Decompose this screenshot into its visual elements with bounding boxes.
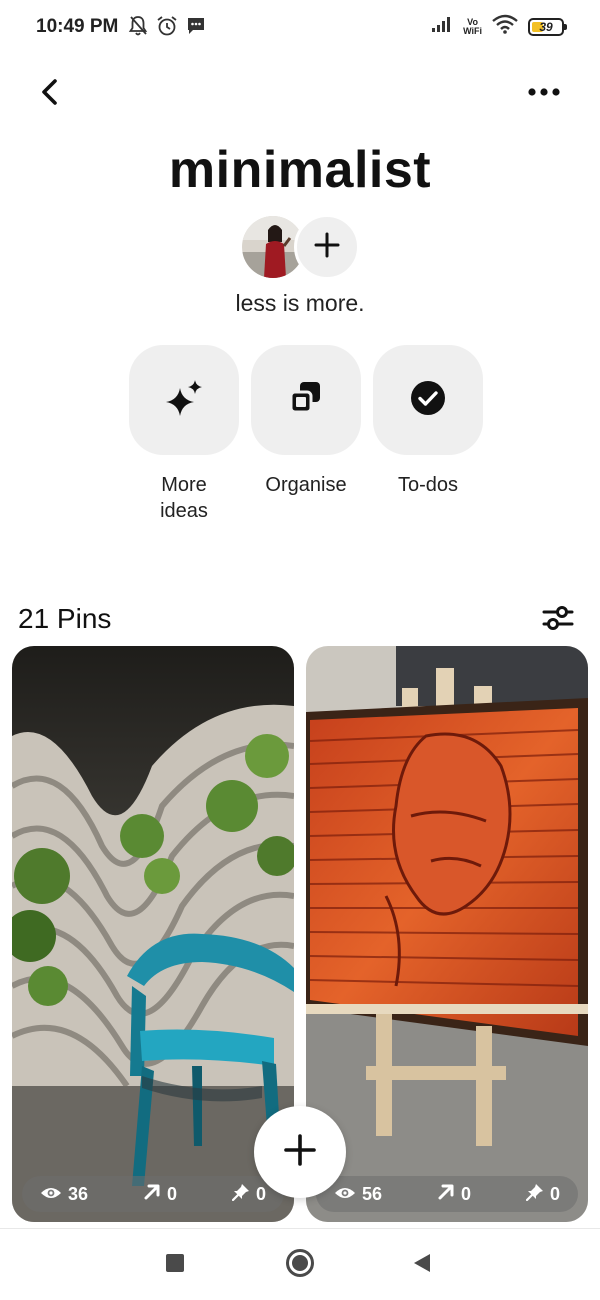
pin-image [12, 646, 294, 1222]
clicks-count: 0 [167, 1183, 178, 1204]
triangle-back-icon [412, 1252, 432, 1279]
clicks-count: 0 [461, 1183, 472, 1204]
plus-icon [313, 231, 341, 264]
organise-button[interactable]: Organise [250, 345, 362, 498]
pin-card[interactable]: 36 0 0 [12, 646, 294, 1222]
alarm-icon [156, 15, 178, 42]
message-icon [186, 16, 206, 41]
recent-apps-button[interactable] [155, 1247, 195, 1283]
action-label: To-dos [397, 474, 459, 496]
ellipsis-icon [527, 84, 561, 102]
create-pin-button[interactable] [254, 1106, 346, 1198]
back-nav-button[interactable] [402, 1247, 442, 1283]
pin-stats: 56 0 0 [316, 1176, 578, 1212]
sliders-icon [542, 604, 574, 637]
check-circle-icon [409, 379, 447, 422]
status-bar: 10:49 PM Vo WiFi 39 [0, 0, 600, 56]
action-label: Organise [265, 474, 347, 496]
views-count: 36 [68, 1183, 89, 1204]
filter-button[interactable] [540, 602, 576, 638]
saves-count: 0 [255, 1183, 266, 1204]
saves-count: 0 [549, 1183, 560, 1204]
vowifi-label: Vo WiFi [463, 16, 482, 36]
arrow-up-right-icon [143, 1183, 161, 1206]
pin-image [306, 646, 588, 1222]
organise-icon [288, 380, 324, 421]
wifi-icon [492, 14, 518, 39]
sparkle-icon [164, 378, 204, 423]
back-button[interactable] [30, 74, 70, 114]
home-button[interactable] [280, 1247, 320, 1283]
pins-count: 21 Pins [18, 603, 112, 634]
pin-card[interactable]: 56 0 0 [306, 646, 588, 1222]
pushpin-icon [231, 1183, 250, 1206]
battery-icon: 39 [528, 17, 567, 36]
collaborators [240, 214, 362, 282]
status-time: 10:49 PM [36, 16, 119, 37]
signal-icon [431, 15, 453, 38]
board-description: less is more. [235, 290, 365, 316]
system-nav-bar [0, 1228, 600, 1300]
mute-bell-icon [128, 15, 148, 42]
square-icon [165, 1253, 185, 1278]
more-options-button[interactable] [524, 78, 564, 108]
eye-icon [334, 1184, 356, 1205]
action-label: More ideas [160, 474, 208, 522]
board-title: minimalist [168, 141, 432, 199]
eye-icon [40, 1184, 62, 1205]
home-circle-icon [285, 1248, 315, 1283]
more-ideas-button[interactable]: More ideas [128, 345, 240, 524]
battery-level: 39 [539, 19, 553, 34]
pin-stats: 36 0 0 [22, 1176, 284, 1212]
views-count: 56 [362, 1183, 383, 1204]
chevron-left-icon [39, 78, 61, 110]
add-collaborator-button[interactable] [294, 214, 360, 280]
pushpin-icon [525, 1183, 544, 1206]
todos-button[interactable]: To-dos [372, 345, 484, 498]
plus-icon [283, 1133, 317, 1172]
arrow-up-right-icon [437, 1183, 455, 1206]
